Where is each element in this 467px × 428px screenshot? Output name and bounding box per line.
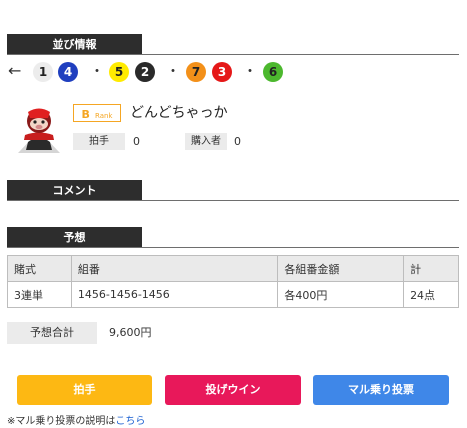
comment-section-title: コメント	[7, 180, 142, 201]
racer-number-ball: 7	[186, 62, 206, 82]
prediction-table: 賭式 組番 各組番金額 計 3連単 1456-1456-1456 各400円 2…	[7, 255, 459, 308]
prediction-total-label: 予想合計	[7, 322, 97, 344]
racer-number-ball: 4	[58, 62, 78, 82]
lineup-separator: ・	[243, 64, 257, 80]
lineup-separator: ・	[90, 64, 104, 80]
section-divider	[7, 247, 459, 248]
column-header-total: 計	[403, 255, 459, 282]
applause-count-value: 0	[133, 135, 140, 148]
bet-win-button[interactable]: 投げウイン	[165, 375, 301, 405]
cell-bet-type: 3連単	[7, 281, 72, 308]
racer-number-ball: 2	[135, 62, 155, 82]
maru-bet-help-link[interactable]: こちら	[115, 416, 145, 427]
racer-number-ball: 6	[263, 62, 283, 82]
cell-amount-each: 各400円	[277, 281, 405, 308]
buyers-count-label: 購入者	[185, 133, 227, 150]
section-divider	[7, 200, 459, 201]
applause-button[interactable]: 拍手	[17, 375, 152, 405]
table-header-row: 賭式 組番 各組番金額 計	[7, 255, 459, 282]
username[interactable]: どんどちゃっか	[130, 104, 228, 122]
table-row: 3連単 1456-1456-1456 各400円 24点	[7, 281, 459, 308]
maru-bet-note: ※マル乗り投票の説明はこちら	[7, 416, 145, 428]
maru-bet-note-text: ※マル乗り投票の説明は	[7, 416, 116, 427]
left-arrow-icon: ←	[8, 61, 22, 80]
rank-word: Rank	[94, 112, 113, 120]
boar-mascot-icon[interactable]	[14, 104, 64, 154]
racer-number-ball: 3	[212, 62, 232, 82]
lineup-separator: ・	[166, 64, 180, 80]
column-header-combination: 組番	[70, 255, 279, 282]
cell-combination: 1456-1456-1456	[70, 281, 279, 308]
racer-number-ball: 5	[109, 62, 129, 82]
prediction-section-title: 予想	[7, 227, 142, 248]
section-divider	[7, 54, 459, 55]
buyers-count-value: 0	[234, 135, 241, 148]
rank-badge: B Rank	[73, 104, 121, 122]
column-header-bet-type: 賭式	[7, 255, 72, 282]
applause-count-label: 拍手	[73, 133, 125, 150]
column-header-amount-each: 各組番金額	[277, 255, 405, 282]
cell-total: 24点	[403, 281, 459, 308]
maru-bet-button[interactable]: マル乗り投票	[313, 375, 449, 405]
rank-letter: B	[81, 108, 90, 121]
lineup-section-title: 並び情報	[7, 34, 142, 55]
prediction-total-value: 9,600円	[109, 326, 152, 339]
racer-number-ball: 1	[33, 62, 53, 82]
